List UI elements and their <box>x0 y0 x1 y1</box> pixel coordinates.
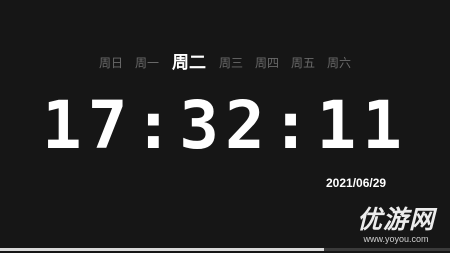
watermark-url: www.yoyou.com <box>363 234 429 244</box>
date-display: 2021/06/29 <box>326 176 387 190</box>
watermark-logo: 优游网 <box>356 205 435 234</box>
progress-bar <box>0 248 450 251</box>
progress-bar-fill <box>0 248 324 251</box>
weekday-monday: 周一 <box>134 56 159 70</box>
weekday-tuesday: 周二 <box>171 53 206 73</box>
weekday-row: 周日 周一 周二 周三 周四 周五 周六 <box>0 52 450 74</box>
clock-screen: 周日 周一 周二 周三 周四 周五 周六 17:32:11 2021/06/29… <box>0 0 450 253</box>
weekday-sunday: 周日 <box>98 56 123 70</box>
weekday-thursday: 周四 <box>255 56 280 70</box>
weekday-saturday: 周六 <box>327 56 352 70</box>
weekday-friday: 周五 <box>291 56 316 70</box>
watermark: 优游网 www.yoyou.com <box>348 206 444 245</box>
time-display: 17:32:11 <box>42 87 408 164</box>
weekday-wednesday: 周三 <box>218 56 243 70</box>
